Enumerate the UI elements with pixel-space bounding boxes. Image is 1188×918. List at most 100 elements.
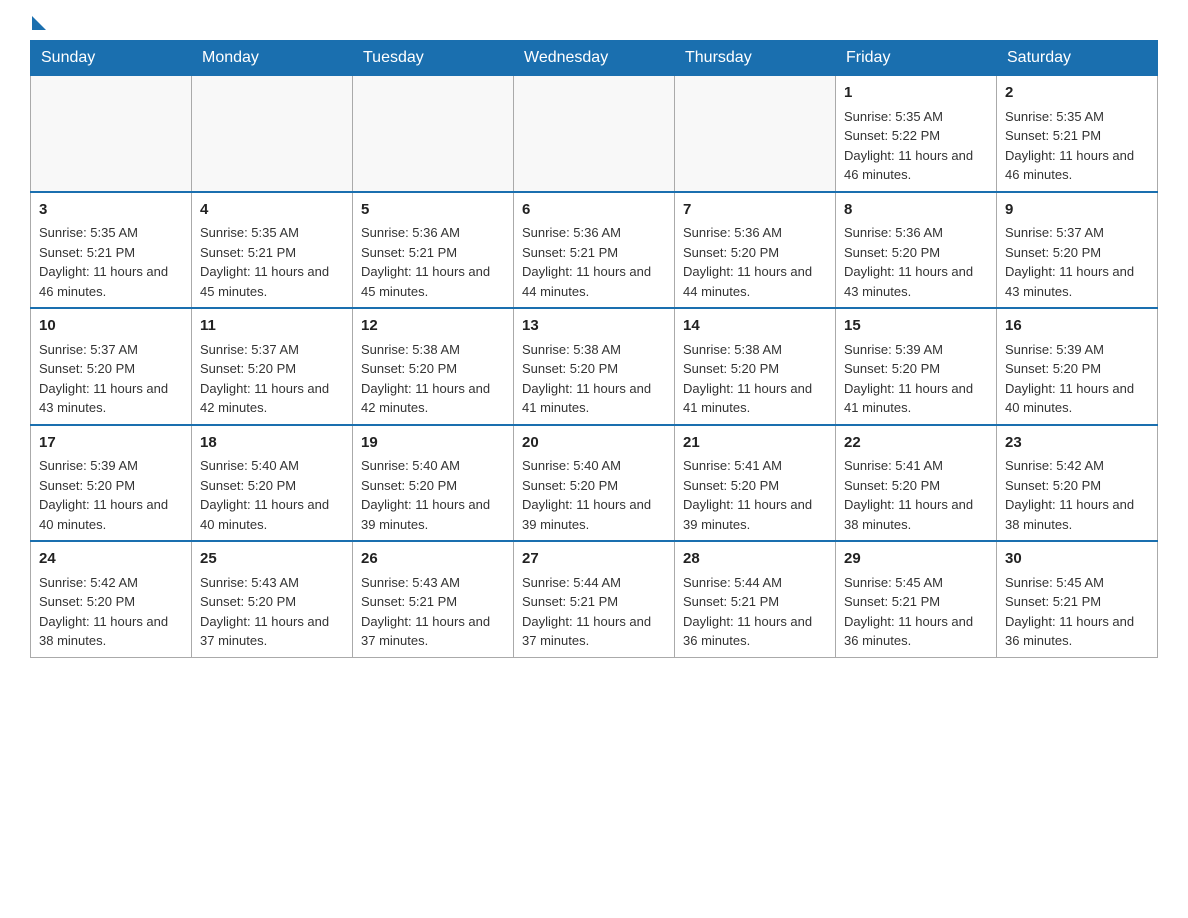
day-info: Daylight: 11 hours and 42 minutes. bbox=[200, 379, 344, 418]
calendar-cell bbox=[353, 76, 514, 192]
calendar-cell: 27Sunrise: 5:44 AMSunset: 5:21 PMDayligh… bbox=[514, 541, 675, 657]
day-info: Sunrise: 5:36 AM bbox=[522, 223, 666, 243]
calendar-cell: 15Sunrise: 5:39 AMSunset: 5:20 PMDayligh… bbox=[836, 308, 997, 425]
calendar-cell: 7Sunrise: 5:36 AMSunset: 5:20 PMDaylight… bbox=[675, 192, 836, 309]
day-info: Sunrise: 5:45 AM bbox=[844, 573, 988, 593]
day-info: Daylight: 11 hours and 38 minutes. bbox=[1005, 495, 1149, 534]
day-number: 21 bbox=[683, 432, 827, 455]
day-info: Sunset: 5:20 PM bbox=[522, 359, 666, 379]
day-number: 24 bbox=[39, 548, 183, 571]
calendar-cell: 4Sunrise: 5:35 AMSunset: 5:21 PMDaylight… bbox=[192, 192, 353, 309]
calendar-cell: 3Sunrise: 5:35 AMSunset: 5:21 PMDaylight… bbox=[31, 192, 192, 309]
day-info: Daylight: 11 hours and 45 minutes. bbox=[361, 262, 505, 301]
day-info: Sunset: 5:21 PM bbox=[200, 243, 344, 263]
day-number: 9 bbox=[1005, 199, 1149, 222]
day-number: 26 bbox=[361, 548, 505, 571]
day-info: Daylight: 11 hours and 37 minutes. bbox=[361, 612, 505, 651]
day-info: Sunrise: 5:41 AM bbox=[683, 456, 827, 476]
day-info: Sunset: 5:20 PM bbox=[200, 359, 344, 379]
day-info: Sunrise: 5:40 AM bbox=[522, 456, 666, 476]
day-info: Sunset: 5:21 PM bbox=[361, 243, 505, 263]
calendar-cell: 8Sunrise: 5:36 AMSunset: 5:20 PMDaylight… bbox=[836, 192, 997, 309]
day-info: Sunset: 5:21 PM bbox=[522, 592, 666, 612]
day-info: Daylight: 11 hours and 40 minutes. bbox=[200, 495, 344, 534]
day-info: Sunrise: 5:41 AM bbox=[844, 456, 988, 476]
calendar-cell: 26Sunrise: 5:43 AMSunset: 5:21 PMDayligh… bbox=[353, 541, 514, 657]
day-info: Sunset: 5:20 PM bbox=[39, 359, 183, 379]
day-info: Daylight: 11 hours and 41 minutes. bbox=[683, 379, 827, 418]
day-info: Daylight: 11 hours and 38 minutes. bbox=[39, 612, 183, 651]
weekday-header-wednesday: Wednesday bbox=[514, 41, 675, 76]
day-number: 4 bbox=[200, 199, 344, 222]
day-info: Daylight: 11 hours and 43 minutes. bbox=[39, 379, 183, 418]
calendar-cell: 25Sunrise: 5:43 AMSunset: 5:20 PMDayligh… bbox=[192, 541, 353, 657]
calendar-cell: 12Sunrise: 5:38 AMSunset: 5:20 PMDayligh… bbox=[353, 308, 514, 425]
day-info: Sunset: 5:21 PM bbox=[522, 243, 666, 263]
calendar-cell: 29Sunrise: 5:45 AMSunset: 5:21 PMDayligh… bbox=[836, 541, 997, 657]
day-info: Sunset: 5:21 PM bbox=[844, 592, 988, 612]
day-info: Sunrise: 5:35 AM bbox=[39, 223, 183, 243]
calendar-cell: 9Sunrise: 5:37 AMSunset: 5:20 PMDaylight… bbox=[997, 192, 1158, 309]
day-info: Sunset: 5:20 PM bbox=[1005, 359, 1149, 379]
day-info: Daylight: 11 hours and 36 minutes. bbox=[683, 612, 827, 651]
weekday-header-monday: Monday bbox=[192, 41, 353, 76]
calendar-cell: 22Sunrise: 5:41 AMSunset: 5:20 PMDayligh… bbox=[836, 425, 997, 542]
calendar-week-row: 3Sunrise: 5:35 AMSunset: 5:21 PMDaylight… bbox=[31, 192, 1158, 309]
calendar-table: SundayMondayTuesdayWednesdayThursdayFrid… bbox=[30, 40, 1158, 658]
day-number: 3 bbox=[39, 199, 183, 222]
day-info: Sunrise: 5:44 AM bbox=[522, 573, 666, 593]
calendar-cell: 1Sunrise: 5:35 AMSunset: 5:22 PMDaylight… bbox=[836, 76, 997, 192]
calendar-week-row: 24Sunrise: 5:42 AMSunset: 5:20 PMDayligh… bbox=[31, 541, 1158, 657]
day-info: Sunrise: 5:44 AM bbox=[683, 573, 827, 593]
day-info: Sunset: 5:20 PM bbox=[844, 476, 988, 496]
day-info: Sunrise: 5:38 AM bbox=[522, 340, 666, 360]
day-info: Sunset: 5:22 PM bbox=[844, 126, 988, 146]
day-info: Sunset: 5:20 PM bbox=[522, 476, 666, 496]
day-info: Daylight: 11 hours and 39 minutes. bbox=[361, 495, 505, 534]
day-number: 12 bbox=[361, 315, 505, 338]
day-info: Daylight: 11 hours and 38 minutes. bbox=[844, 495, 988, 534]
day-info: Daylight: 11 hours and 43 minutes. bbox=[1005, 262, 1149, 301]
day-info: Sunrise: 5:43 AM bbox=[200, 573, 344, 593]
day-number: 29 bbox=[844, 548, 988, 571]
weekday-header-saturday: Saturday bbox=[997, 41, 1158, 76]
weekday-header-sunday: Sunday bbox=[31, 41, 192, 76]
day-info: Daylight: 11 hours and 44 minutes. bbox=[522, 262, 666, 301]
day-info: Daylight: 11 hours and 43 minutes. bbox=[844, 262, 988, 301]
calendar-cell bbox=[31, 76, 192, 192]
day-info: Daylight: 11 hours and 37 minutes. bbox=[522, 612, 666, 651]
day-info: Sunset: 5:20 PM bbox=[683, 476, 827, 496]
weekday-header-tuesday: Tuesday bbox=[353, 41, 514, 76]
day-info: Sunset: 5:20 PM bbox=[844, 243, 988, 263]
calendar-cell bbox=[514, 76, 675, 192]
day-info: Sunset: 5:21 PM bbox=[361, 592, 505, 612]
day-number: 15 bbox=[844, 315, 988, 338]
day-info: Sunrise: 5:42 AM bbox=[1005, 456, 1149, 476]
day-number: 2 bbox=[1005, 82, 1149, 105]
calendar-week-row: 17Sunrise: 5:39 AMSunset: 5:20 PMDayligh… bbox=[31, 425, 1158, 542]
day-info: Sunrise: 5:40 AM bbox=[200, 456, 344, 476]
day-number: 11 bbox=[200, 315, 344, 338]
day-number: 14 bbox=[683, 315, 827, 338]
day-info: Sunrise: 5:39 AM bbox=[1005, 340, 1149, 360]
day-number: 20 bbox=[522, 432, 666, 455]
page-header bbox=[30, 20, 1158, 24]
day-info: Daylight: 11 hours and 40 minutes. bbox=[39, 495, 183, 534]
day-info: Sunrise: 5:42 AM bbox=[39, 573, 183, 593]
day-number: 19 bbox=[361, 432, 505, 455]
calendar-cell: 28Sunrise: 5:44 AMSunset: 5:21 PMDayligh… bbox=[675, 541, 836, 657]
logo-triangle-icon bbox=[32, 16, 46, 30]
day-number: 28 bbox=[683, 548, 827, 571]
day-info: Sunrise: 5:40 AM bbox=[361, 456, 505, 476]
day-number: 22 bbox=[844, 432, 988, 455]
day-number: 16 bbox=[1005, 315, 1149, 338]
calendar-cell: 17Sunrise: 5:39 AMSunset: 5:20 PMDayligh… bbox=[31, 425, 192, 542]
calendar-cell: 23Sunrise: 5:42 AMSunset: 5:20 PMDayligh… bbox=[997, 425, 1158, 542]
day-info: Sunrise: 5:43 AM bbox=[361, 573, 505, 593]
weekday-header-row: SundayMondayTuesdayWednesdayThursdayFrid… bbox=[31, 41, 1158, 76]
calendar-cell: 20Sunrise: 5:40 AMSunset: 5:20 PMDayligh… bbox=[514, 425, 675, 542]
day-info: Daylight: 11 hours and 41 minutes. bbox=[522, 379, 666, 418]
calendar-cell: 6Sunrise: 5:36 AMSunset: 5:21 PMDaylight… bbox=[514, 192, 675, 309]
day-info: Sunset: 5:21 PM bbox=[683, 592, 827, 612]
day-info: Sunrise: 5:36 AM bbox=[844, 223, 988, 243]
